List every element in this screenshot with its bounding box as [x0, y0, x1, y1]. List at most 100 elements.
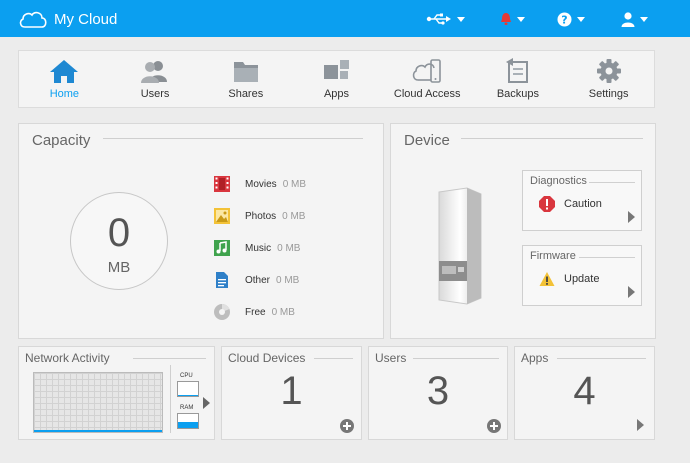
top-bar: My Cloud ? [0, 0, 690, 37]
legend-item-other: Other 0 MB [213, 264, 306, 296]
nav-item-settings[interactable]: Settings [563, 51, 654, 107]
document-icon [216, 272, 228, 288]
diagnostics-status: Caution [539, 196, 602, 212]
legend-item-free: Free 0 MB [213, 296, 306, 328]
legend-item-photos: Photos 0 MB [213, 200, 306, 232]
apps-title: Apps [521, 351, 549, 365]
legend-value: 0 MB [282, 210, 306, 222]
home-icon [50, 60, 79, 83]
music-icon [214, 240, 230, 256]
folder-icon [233, 62, 258, 82]
users-panel: Users 3 [368, 346, 508, 440]
nav-item-shares[interactable]: Shares [200, 51, 291, 107]
ram-meter-fill [178, 421, 198, 428]
capacity-total-unit: MB [107, 259, 131, 276]
capacity-legend: Movies 0 MB Photos 0 MB Music 0 MB Other… [213, 168, 306, 328]
cpu-meter-fill [178, 394, 198, 396]
nav-item-backups[interactable]: Backups [473, 51, 564, 107]
capacity-divider [103, 138, 363, 139]
nav-item-cloud-access[interactable]: Cloud Access [382, 51, 473, 107]
firmware-status: Update [539, 271, 599, 287]
nav-label: Apps [323, 88, 350, 100]
diagnostics-divider [589, 182, 635, 183]
cloud-devices-panel: Cloud Devices 1 [221, 346, 362, 440]
nav-label: Users [140, 88, 170, 100]
nav-item-home[interactable]: Home [19, 51, 110, 107]
legend-item-movies: Movies 0 MB [213, 168, 306, 200]
diagnostics-title: Diagnostics [530, 175, 587, 187]
legend-name: Free [245, 306, 266, 318]
network-divider [133, 358, 206, 359]
firmware-status-text: Update [564, 273, 600, 285]
network-graph [33, 372, 163, 433]
arrow-right-icon[interactable] [628, 211, 635, 223]
users-icon [141, 61, 168, 83]
legend-value: 0 MB [282, 178, 307, 190]
cpu-label: CPU [180, 373, 193, 379]
arrow-right-icon[interactable] [203, 397, 210, 409]
legend-value: 0 MB [271, 306, 295, 318]
device-panel: Device Diagnostics Caution Firmware Upda… [390, 123, 656, 339]
help-icon: ? [557, 12, 572, 26]
legend-item-music: Music 0 MB [213, 232, 306, 264]
cloud-devices-title: Cloud Devices [228, 351, 306, 365]
cloud-logo-icon [19, 11, 47, 28]
chevron-down-icon [517, 16, 525, 22]
meters-divider [170, 365, 171, 433]
help-menu-button[interactable]: ? [557, 9, 585, 29]
usb-menu-button[interactable] [426, 9, 465, 29]
chevron-down-icon [577, 16, 585, 22]
bell-alert-icon [501, 13, 511, 25]
ram-meter [177, 413, 199, 429]
arrow-right-icon[interactable] [628, 286, 635, 298]
movie-icon [214, 176, 230, 192]
nav-item-users[interactable]: Users [110, 51, 201, 107]
network-activity-title: Network Activity [25, 351, 110, 365]
cloud-devices-count: 1 [280, 369, 303, 413]
device-title: Device [404, 132, 450, 149]
nav-label: Shares [228, 88, 264, 100]
nav-label: Settings [588, 88, 629, 100]
caution-icon [539, 196, 555, 212]
legend-name: Music [245, 242, 272, 254]
nas-device-image [438, 187, 482, 305]
capacity-total-value: 0 [107, 211, 131, 255]
legend-name: Movies [245, 178, 277, 190]
nav-label: Cloud Access [393, 88, 461, 100]
network-activity-panel: Network Activity CPU RAM [18, 346, 215, 440]
add-cloud-device-icon[interactable] [340, 419, 354, 433]
users-count: 3 [426, 369, 450, 413]
photo-icon [214, 208, 230, 224]
legend-value: 0 MB [277, 242, 301, 254]
firmware-divider [579, 257, 635, 258]
arrow-right-icon[interactable] [637, 419, 644, 431]
firmware-box[interactable]: Firmware Update [522, 245, 642, 306]
chevron-down-icon [640, 16, 648, 22]
main-nav: Home Users Shares Apps Cloud Access Back… [18, 50, 655, 108]
diagnostics-box[interactable]: Diagnostics Caution [522, 170, 642, 231]
brand[interactable]: My Cloud [18, 7, 117, 31]
capacity-ring: 0 MB [70, 192, 168, 290]
firmware-title: Firmware [530, 250, 576, 262]
legend-value: 0 MB [276, 274, 300, 286]
usb-icon [426, 13, 451, 25]
apps-panel: Apps 4 [514, 346, 655, 440]
users-title: Users [375, 351, 407, 365]
alerts-menu-button[interactable] [500, 9, 525, 29]
apps-divider [557, 358, 646, 359]
nav-item-apps[interactable]: Apps [291, 51, 382, 107]
capacity-panel: Capacity 0 MB Movies 0 MB Photos 0 MB Mu… [18, 123, 384, 339]
device-divider [461, 138, 643, 139]
cloud-devices-divider [314, 358, 353, 359]
gear-icon [596, 59, 621, 83]
backup-icon [505, 58, 528, 83]
add-user-icon[interactable] [487, 419, 501, 433]
cloud-phone-icon [412, 59, 442, 83]
diagnostics-status-text: Caution [564, 198, 602, 210]
apps-icon [323, 60, 349, 79]
legend-name: Other [245, 274, 271, 286]
svg-text:?: ? [561, 13, 567, 26]
apps-count: 4 [573, 369, 596, 413]
user-menu-button[interactable] [621, 9, 648, 29]
nav-label: Backups [496, 88, 540, 100]
